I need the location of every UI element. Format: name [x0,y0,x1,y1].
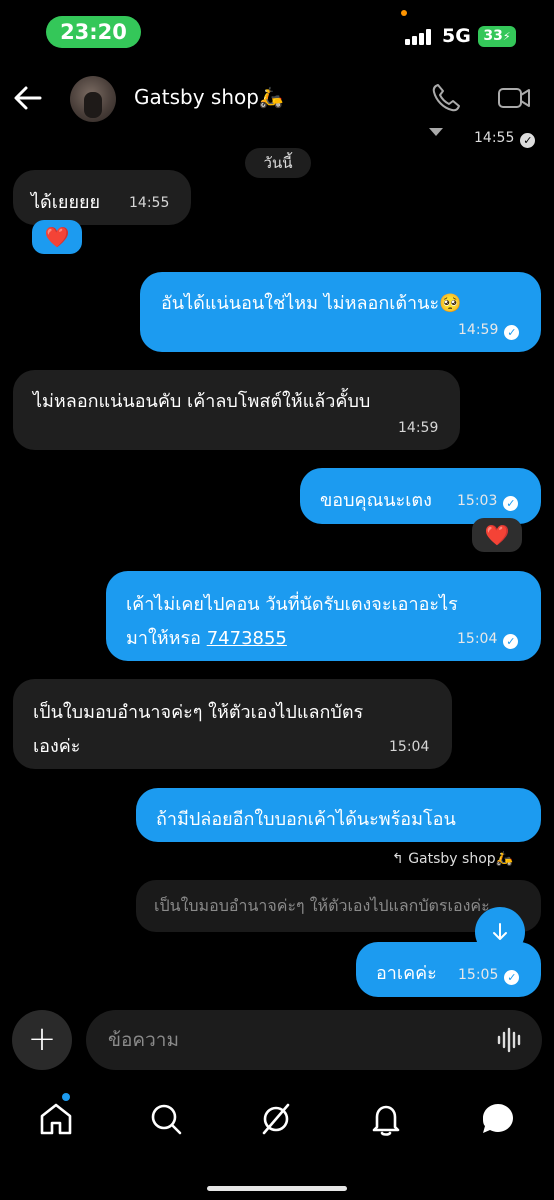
date-separator: วันนี้ [245,148,311,178]
read-check-icon: ✓ [503,634,519,649]
message-time: 14:59 [398,420,439,436]
message-bubble-incoming[interactable]: ได้เยยยย 14:55 [13,170,191,225]
battery-icon: 33⚡ [478,26,516,47]
message-text: อันได้แน่นอนใช่ไหม ไม่หลอกเต้านะ🥺 [161,293,462,314]
message-bubble-outgoing[interactable]: อันได้แน่นอนใช่ไหม ไม่หลอกเต้านะ🥺 14:59 ✓ [140,272,541,352]
message-text: อาเคค่ะ [376,963,437,984]
bottom-navigation [0,1085,554,1200]
phone-number-link[interactable]: 7473855 [207,628,287,649]
message-text: ถ้ามีปล่อยอีกใบบอกเค้าได้นะพร้อมโอน [156,809,456,830]
chat-header: Gatsby shop🛵 14:55 ✓ [0,64,554,156]
read-check-icon: ✓ [504,970,520,985]
last-message-time: 14:55 ✓ [474,130,536,148]
message-bubble-outgoing[interactable]: อาเคค่ะ 15:05 ✓ [356,942,541,997]
message-input[interactable] [108,1010,488,1070]
dropdown-caret-icon[interactable] [429,128,443,136]
message-text: เค้าไม่เคยไปคอน วันที่นัดรับเตงจะเอาอะไร [126,594,458,615]
message-text: มาให้หรอ 7473855 [126,628,287,649]
arrow-down-icon [493,923,507,940]
home-notification-dot [62,1093,70,1101]
status-bar: 23:20 5G 33⚡ [0,0,554,64]
network-type: 5G [442,25,471,47]
signal-icon [405,29,433,45]
message-text: ไม่หลอกแน่นอนคับ เค้าลบโพสต์ให้แล้วคั้บบ [33,391,371,412]
message-time: 15:05 ✓ [458,967,520,985]
contact-name[interactable]: Gatsby shop🛵 [134,85,284,109]
messages-icon[interactable] [478,1099,518,1139]
reply-reference: ↰ Gatsby shop🛵 [392,851,514,867]
search-icon[interactable] [146,1099,186,1139]
back-arrow-icon[interactable] [12,84,44,112]
phone-call-icon[interactable] [430,82,462,114]
message-text: เป็นใบมอบอำนาจค่ะๆ ให้ตัวเองไปแลกบัตร [33,702,364,723]
spaces-icon[interactable] [256,1099,296,1139]
status-time[interactable]: 23:20 [46,16,141,48]
home-icon[interactable] [36,1099,76,1139]
voice-message-icon[interactable] [496,1026,524,1054]
message-text: เองค่ะ [33,736,81,757]
message-time: 14:59 ✓ [458,322,520,340]
read-check-icon: ✓ [503,496,519,511]
add-attachment-button[interactable]: + [12,1010,72,1070]
notifications-icon[interactable] [366,1099,406,1139]
message-composer [86,1010,542,1070]
contact-avatar[interactable] [70,76,116,122]
read-check-icon: ✓ [520,133,536,148]
message-bubble-outgoing[interactable]: ขอบคุณนะเตง 15:03 ✓ [300,468,541,524]
message-time: 14:55 [129,195,170,211]
message-bubble-incoming[interactable]: ไม่หลอกแน่นอนคับ เค้าลบโพสต์ให้แล้วคั้บบ… [13,370,460,450]
message-bubble-incoming[interactable]: เป็นใบมอบอำนาจค่ะๆ ให้ตัวเองไปแลกบัตร เอ… [13,679,452,769]
video-call-icon[interactable] [497,84,531,112]
privacy-indicator-dot [401,10,407,16]
read-check-icon: ✓ [504,325,520,340]
heart-reaction[interactable]: ❤️ [32,220,82,254]
message-time: 15:03 ✓ [457,493,519,511]
message-time: 15:04 [389,739,430,755]
message-bubble-outgoing[interactable]: ถ้ามีปล่อยอีกใบบอกเค้าได้นะพร้อมโอน [136,788,541,842]
message-text: ได้เยยยย [31,192,101,213]
home-indicator [207,1186,347,1191]
message-text: ขอบคุณนะเตง [320,490,432,511]
message-bubble-outgoing[interactable]: เค้าไม่เคยไปคอน วันที่นัดรับเตงจะเอาอะไร… [106,571,541,661]
message-time: 15:04 ✓ [457,631,519,649]
heart-reaction[interactable]: ❤️ [472,518,522,552]
battery-level: 33 [483,28,503,44]
